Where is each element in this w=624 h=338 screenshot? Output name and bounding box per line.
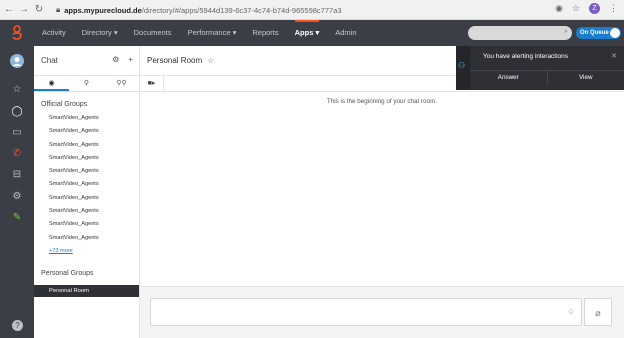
chat-tabs: ◉ ⚲ ⚲⚲ [34, 76, 139, 92]
toggle-knob [610, 28, 620, 38]
lock-icon: 🔒︎ [56, 5, 61, 14]
list-item[interactable]: SmartVideo_Agents [34, 139, 139, 152]
emoji-icon[interactable]: ☺ [567, 307, 575, 316]
chat-start-message: This is the beginning of your chat room. [326, 98, 438, 105]
nav-reports[interactable]: Reports [244, 20, 286, 46]
personal-room-item[interactable]: Personal Room [34, 284, 139, 297]
list-item[interactable]: SmartVideo_Agents [34, 125, 139, 138]
reload-icon[interactable]: ↻ [33, 4, 45, 15]
interaction-icon: ⚇ [458, 61, 466, 70]
list-item[interactable]: SmartVideo_Agents [34, 232, 139, 245]
on-queue-toggle[interactable]: On Queue [576, 27, 621, 39]
nav-directory[interactable]: Directory ▾ [74, 20, 126, 46]
list-item[interactable]: SmartVideo_Agents [34, 178, 139, 191]
inbox-icon[interactable]: ⊟ [0, 169, 34, 180]
room-title: Personal Room [147, 56, 203, 65]
kebab-menu-icon[interactable]: ⋮ [609, 3, 618, 14]
alert-message: You have alerting interactions [483, 53, 569, 60]
video-camera-icon[interactable]: ▭ [0, 127, 34, 138]
personal-groups-heading: Personal Groups [41, 269, 94, 277]
chat-bubble-icon: ◉ [48, 80, 55, 87]
phone-icon[interactable]: ✆ [0, 148, 34, 159]
tab-rooms[interactable]: ◉ [34, 76, 69, 91]
settings-gear-icon[interactable]: ⚙ [112, 55, 119, 64]
on-queue-label: On Queue [580, 30, 609, 36]
video-camera-icon[interactable]: ■▸ [140, 75, 164, 92]
chat-panel-title: Chat [41, 56, 58, 65]
view-button[interactable]: View [546, 71, 624, 84]
presence-icon[interactable]: ✎ [0, 212, 34, 223]
nav-admin[interactable]: Admin [327, 20, 364, 46]
chat-panel: Chat ⚙ + ◉ ⚲ ⚲⚲ Official Groups SmartVid… [34, 46, 140, 338]
list-item[interactable]: SmartVideo_Agents [34, 192, 139, 205]
bookmark-star-icon[interactable]: ☆ [572, 3, 580, 14]
add-plus-icon[interactable]: + [128, 55, 133, 64]
people-icon: ⚲⚲ [116, 80, 127, 87]
attach-paperclip-icon[interactable]: ⌀ [584, 298, 612, 326]
person-icon: ⚲ [83, 80, 90, 87]
alerting-interactions-popup: ⚇ You have alerting interactions ✕ Answe… [456, 46, 624, 90]
global-search-input[interactable]: ⌕ [468, 26, 572, 40]
nav-apps[interactable]: Apps ▾ [287, 20, 328, 46]
official-groups-heading: Official Groups [41, 101, 88, 108]
more-groups-link[interactable]: +73 more [34, 245, 139, 258]
list-item[interactable]: SmartVideo_Agents [34, 165, 139, 178]
favorite-star-icon[interactable]: ☆ [207, 56, 214, 65]
list-item[interactable]: SmartVideo_Agents [34, 112, 139, 125]
settings-gear-icon[interactable]: ⚙ [0, 191, 34, 202]
close-icon[interactable]: ✕ [611, 52, 617, 60]
back-arrow-icon[interactable]: ← [3, 4, 15, 15]
svg-text:?: ? [15, 321, 20, 330]
browser-toolbar: ← → ↻ 🔒︎ apps.mypurecloud.de/directory/#… [0, 0, 624, 20]
help-icon[interactable]: ? [0, 320, 34, 334]
chat-bubble-icon[interactable]: ◯ [0, 106, 34, 117]
tab-people[interactable]: ⚲ [69, 76, 104, 91]
user-avatar-icon[interactable] [0, 54, 34, 71]
forward-arrow-icon[interactable]: → [18, 4, 30, 15]
profile-avatar[interactable]: Z [589, 3, 600, 14]
url-path: /directory/#/apps/5944d139-6c37-4c74-b74… [141, 5, 342, 15]
nav-documents[interactable]: Documents [126, 20, 180, 46]
list-item[interactable]: SmartVideo_Agents [34, 218, 139, 231]
location-icon[interactable]: ◉ [555, 3, 563, 14]
nav-activity[interactable]: Activity [34, 20, 74, 46]
search-icon: ⌕ [564, 28, 568, 35]
message-input[interactable]: ☺ [150, 298, 582, 326]
genesys-logo-icon[interactable] [0, 20, 34, 46]
address-bar[interactable]: 🔒︎ apps.mypurecloud.de/directory/#/apps/… [56, 3, 546, 17]
nav-performance[interactable]: Performance ▾ [180, 20, 245, 46]
composer-area: ☺ ⌀ [140, 286, 624, 338]
answer-button[interactable]: Answer [470, 71, 547, 84]
left-rail: ☆ ◯ ▭ ✆ ⊟ ⚙ ✎ ? [0, 46, 34, 338]
url-host: apps.mypurecloud.de [64, 5, 142, 15]
list-item[interactable]: SmartVideo_Agents [34, 205, 139, 218]
favorites-star-icon[interactable]: ☆ [0, 84, 34, 95]
tab-groups[interactable]: ⚲⚲ [104, 76, 139, 91]
list-item[interactable]: SmartVideo_Agents [34, 152, 139, 165]
